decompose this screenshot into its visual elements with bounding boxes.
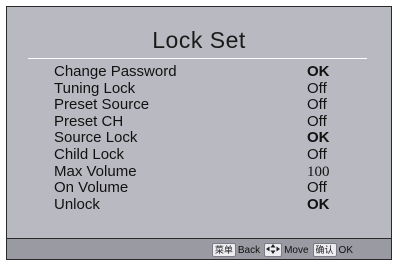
item-label: Child Lock <box>54 145 125 163</box>
item-label: Unlock <box>54 195 100 213</box>
ok-hint: OK <box>338 244 353 256</box>
title-divider <box>28 58 367 59</box>
menu-key: 菜单 <box>211 243 236 257</box>
menu-item-max-volume[interactable]: Max Volume 100 <box>7 162 391 181</box>
item-value: Off <box>307 79 327 97</box>
lock-set-panel: Lock Set Change Password OK Tuning Lock … <box>6 6 392 239</box>
move-arrows-icon <box>264 243 283 257</box>
move-hint: Move <box>284 244 309 256</box>
menu-item-unlock[interactable]: Unlock OK <box>7 195 391 214</box>
item-value: Off <box>307 96 327 114</box>
menu-item-child-lock[interactable]: Child Lock Off <box>7 145 391 164</box>
item-label: Tuning Lock <box>54 79 136 97</box>
menu-title: Lock Set <box>152 27 246 53</box>
menu-item-source-lock[interactable]: Source Lock OK <box>7 130 391 147</box>
item-label: Preset Source <box>54 96 150 114</box>
item-value: OK <box>307 129 330 147</box>
key-hints: 菜单 Back Move 确认 OK <box>211 243 357 257</box>
item-value: OK <box>307 195 330 213</box>
tv-osd-screen: Lock Set Change Password OK Tuning Lock … <box>0 0 398 262</box>
menu-item-on-volume[interactable]: On Volume Off <box>7 180 391 197</box>
item-label: Preset CH <box>54 112 124 130</box>
lock-settings-list: Change Password OK Tuning Lock Off Prese… <box>7 63 391 214</box>
menu-item-preset-source[interactable]: Preset Source Off <box>7 97 391 114</box>
item-value: Off <box>307 145 327 163</box>
menu-item-preset-ch[interactable]: Preset CH Off <box>7 112 391 131</box>
back-hint: Back <box>237 244 261 256</box>
item-value: OK <box>307 63 330 80</box>
item-label: Source Lock <box>54 129 138 147</box>
key-hint-bar: 菜单 Back Move 确认 OK <box>6 239 392 260</box>
confirm-key: 确认 <box>312 243 337 257</box>
menu-item-tuning-lock[interactable]: Tuning Lock Off <box>7 79 391 98</box>
item-value: Off <box>307 112 327 130</box>
menu-item-change-password[interactable]: Change Password OK <box>7 63 391 81</box>
item-label: On Volume <box>54 179 129 197</box>
item-label: Max Volume <box>54 162 137 180</box>
item-label: Change Password <box>54 63 177 80</box>
item-value: 100 <box>307 163 330 180</box>
item-value: Off <box>307 179 327 197</box>
